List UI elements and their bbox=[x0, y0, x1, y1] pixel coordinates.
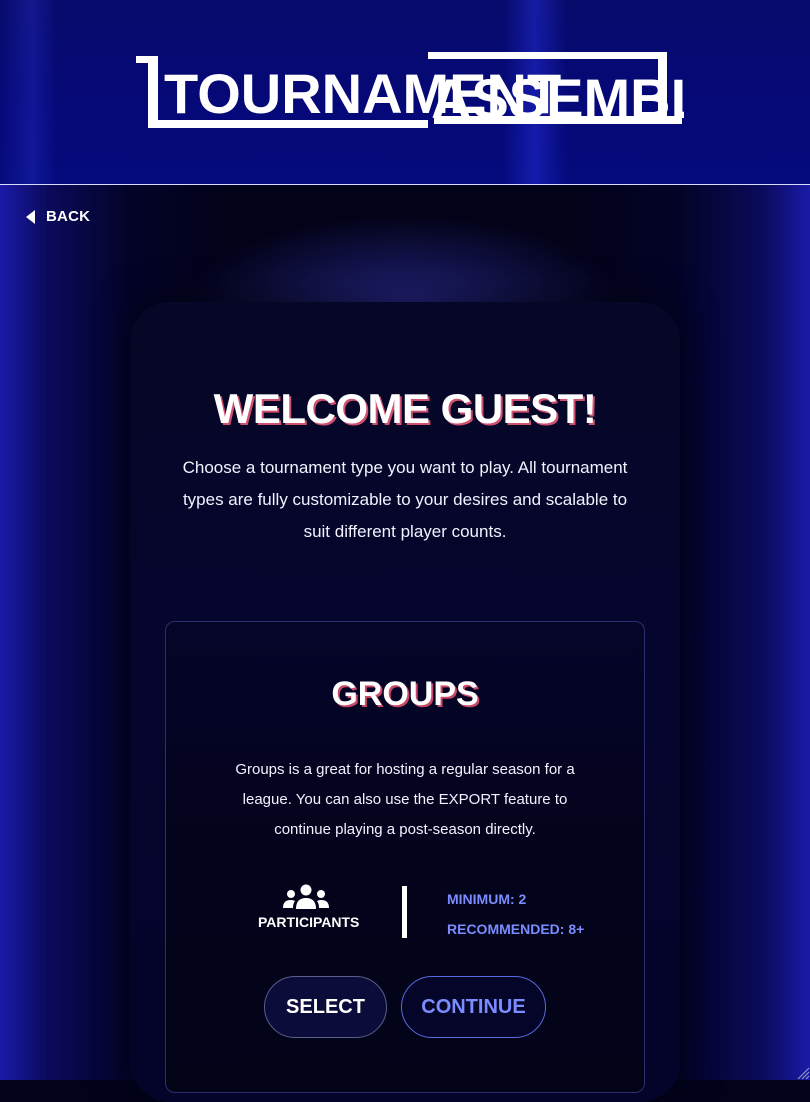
header: TOURNAMENT ASSEMBLY bbox=[0, 0, 810, 185]
logo-text-2: ASSEMBLY bbox=[431, 67, 684, 130]
caret-left-icon bbox=[26, 210, 35, 224]
card-description: Groups is a great for hosting a regular … bbox=[225, 755, 585, 845]
recommended-count: RECOMMENDED: 8+ bbox=[447, 914, 584, 944]
welcome-intro: Choose a tournament type you want to pla… bbox=[180, 452, 630, 548]
minimum-count: MINIMUM: 2 bbox=[447, 884, 584, 914]
users-icon bbox=[282, 884, 330, 910]
back-button[interactable]: BACK bbox=[26, 208, 90, 225]
card-title: GROUPS bbox=[165, 675, 645, 714]
resize-grip-icon[interactable] bbox=[796, 1066, 810, 1080]
select-button[interactable]: SELECT bbox=[264, 976, 387, 1038]
divider bbox=[402, 886, 407, 938]
continue-button[interactable]: CONTINUE bbox=[401, 976, 546, 1038]
welcome-title: WELCOME GUEST! bbox=[130, 385, 680, 433]
participants-info: PARTICIPANTS bbox=[258, 884, 353, 930]
back-label: BACK bbox=[46, 208, 90, 225]
participants-label: PARTICIPANTS bbox=[258, 914, 353, 930]
logo: TOURNAMENT ASSEMBLY bbox=[134, 50, 684, 130]
participant-counts: MINIMUM: 2 RECOMMENDED: 8+ bbox=[447, 884, 584, 944]
tournament-assembly-logo: TOURNAMENT ASSEMBLY bbox=[134, 50, 684, 130]
